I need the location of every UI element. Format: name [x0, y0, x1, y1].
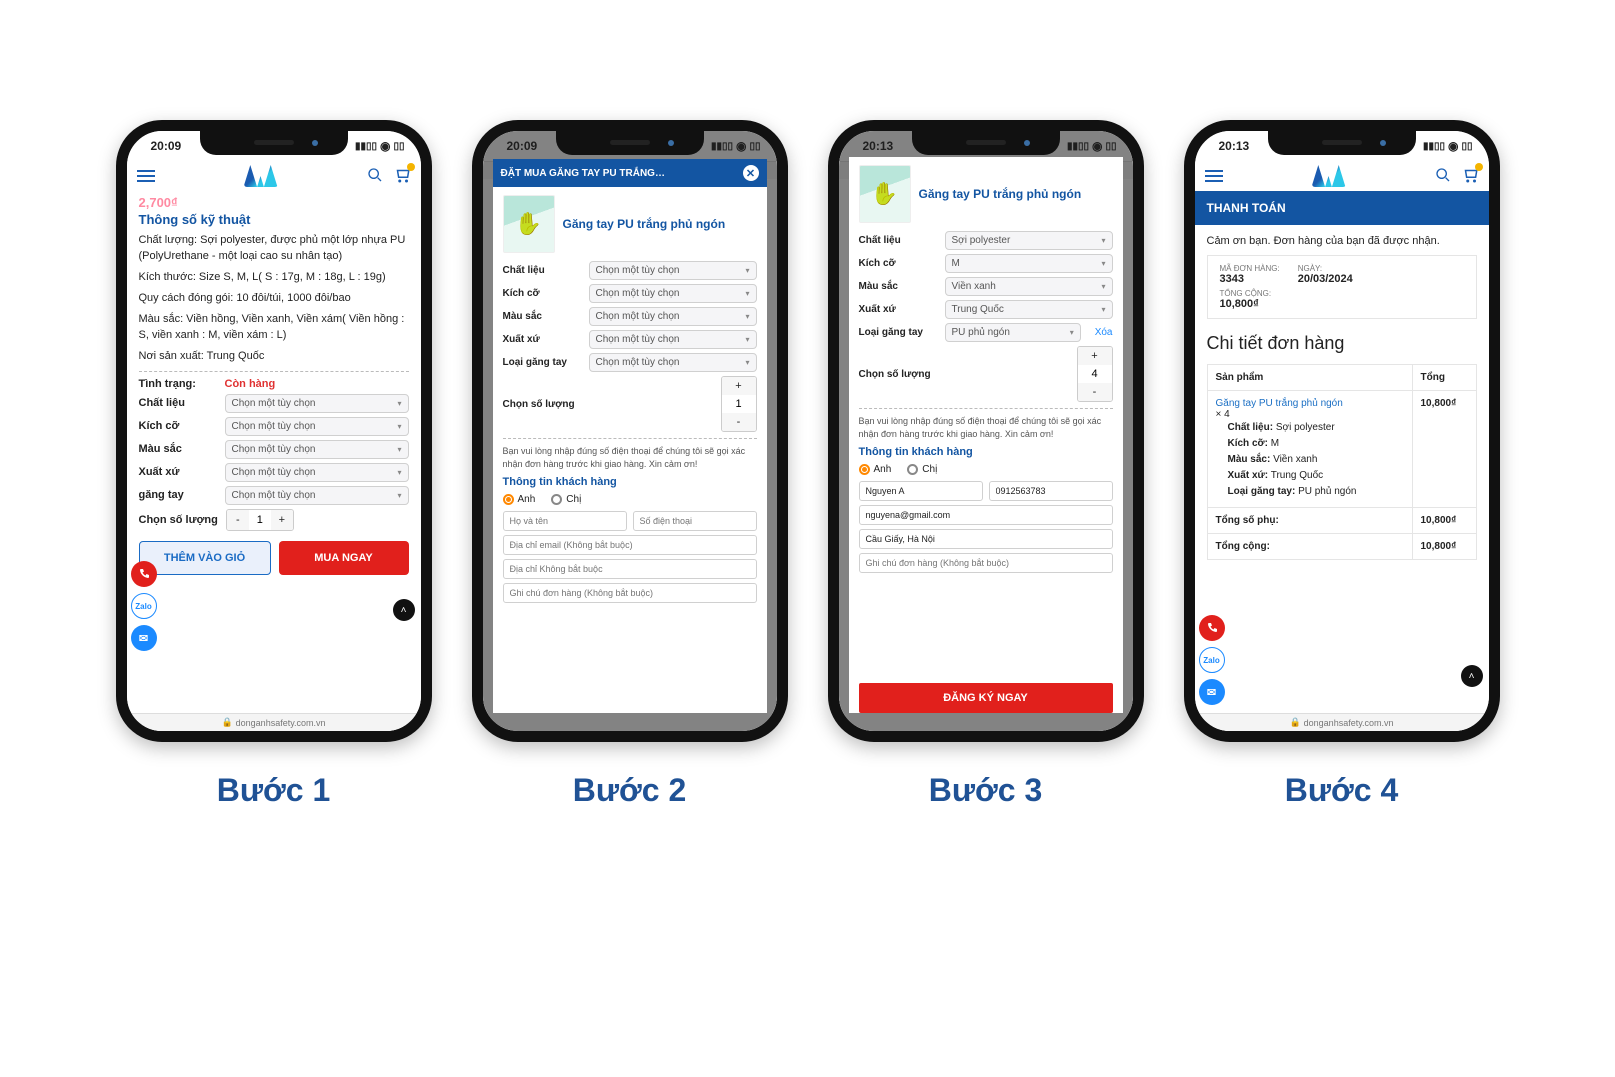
modal-title: ĐẶT MUA GĂNG TAY PU TRẮNG…	[501, 168, 665, 179]
detail-header: Chi tiết đơn hàng	[1195, 327, 1489, 360]
cart-icon[interactable]	[393, 166, 411, 187]
note-field[interactable]	[859, 553, 1113, 573]
chevron-down-icon: ▾	[397, 399, 401, 408]
signal-icon: ▮▮▯▯	[355, 141, 377, 152]
battery-icon: ▯▯	[393, 141, 404, 152]
size-select[interactable]: Chọn một tùy chọn▾	[589, 284, 757, 303]
add-to-cart-button[interactable]: THÊM VÀO GIỎ	[139, 541, 271, 575]
clock: 20:09	[151, 139, 182, 153]
radio-anh[interactable]: Anh	[503, 494, 536, 505]
opt-label: Kích cỡ	[139, 420, 217, 432]
menu-icon[interactable]	[137, 170, 155, 182]
material-select[interactable]: Sợi polyester▾	[945, 231, 1113, 250]
note-field[interactable]	[503, 583, 757, 603]
name-field[interactable]	[503, 511, 627, 531]
color-select[interactable]: Viền xanh▾	[945, 277, 1113, 296]
modal-overlay: Găng tay PU trắng phủ ngón Chất liệuSợi …	[839, 131, 1133, 731]
name-field[interactable]	[859, 481, 983, 501]
close-icon[interactable]: ✕	[743, 165, 759, 181]
qty-plus: +	[271, 510, 293, 530]
product-thumb	[859, 165, 911, 223]
product-thumb	[503, 195, 555, 253]
phone-field[interactable]	[633, 511, 757, 531]
modal-header: ĐẶT MUA GĂNG TAY PU TRẮNG… ✕	[493, 159, 767, 187]
origin-select[interactable]: Trung Quốc▾	[945, 300, 1113, 319]
phone-step3: 20:13▮▮▯▯◉▯▯ Găng tay PU trắng phủ ngón …	[828, 120, 1144, 742]
email-field[interactable]	[503, 535, 757, 555]
float-phone-icon[interactable]	[1199, 615, 1225, 641]
qty-minus: -	[227, 510, 249, 530]
caption: Bước 1	[217, 772, 331, 809]
stock-value: Còn hàng	[225, 378, 276, 390]
stock-label: Tình trạng:	[139, 378, 217, 390]
opt-label: Màu sắc	[139, 443, 217, 455]
product-name: Găng tay PU trắng phủ ngón	[919, 187, 1082, 202]
qty-stepper[interactable]: -+	[226, 509, 294, 531]
search-icon[interactable]	[1435, 167, 1451, 186]
order-modal: ĐẶT MUA GĂNG TAY PU TRẮNG… ✕ Găng tay PU…	[493, 159, 767, 713]
submit-button[interactable]: ĐĂNG KÝ NGAY	[859, 683, 1113, 713]
addr-field[interactable]	[859, 529, 1113, 549]
search-icon[interactable]	[367, 167, 383, 186]
opt-label: Xuất xứ	[139, 466, 217, 478]
color-select[interactable]: Chọn một tùy chọn▾	[589, 307, 757, 326]
float-zalo-icon[interactable]: Zalo	[131, 593, 157, 619]
float-messenger-icon[interactable]: ✉	[131, 625, 157, 651]
spec-list: Chất lượng: Sợi polyester, được phủ một …	[139, 233, 409, 365]
wifi-icon: ◉	[380, 139, 390, 153]
phone-note: Bạn vui lòng nhập đúng số điện thoại để …	[503, 445, 757, 470]
radio-chi[interactable]: Chị	[907, 464, 937, 475]
buy-now-button[interactable]: MUA NGAY	[279, 541, 409, 575]
qty-input[interactable]	[249, 510, 271, 530]
checkout-title: THANH TOÁN	[1195, 191, 1489, 225]
material-select[interactable]: Chọn một tùy chọn▾	[225, 394, 409, 413]
scroll-top-button[interactable]: ˄	[393, 599, 415, 621]
origin-select[interactable]: Chọn một tùy chọn▾	[589, 330, 757, 349]
radio-chi[interactable]: Chị	[551, 494, 581, 505]
opt-label: găng tay	[139, 489, 217, 501]
email-field[interactable]	[859, 505, 1113, 525]
material-select[interactable]: Chọn một tùy chọn▾	[589, 261, 757, 280]
phone-step4: 20:13▮▮▯▯◉▯▯ THANH TOÁN Cảm ơn bạn. Đơn …	[1184, 120, 1500, 742]
order-modal: Găng tay PU trắng phủ ngón Chất liệuSợi …	[849, 157, 1123, 713]
qty-stepper[interactable]: +-	[1077, 346, 1113, 402]
size-select[interactable]: M▾	[945, 254, 1113, 273]
type-select[interactable]: PU phủ ngón▾	[945, 323, 1081, 342]
origin-select[interactable]: Chọn một tùy chọn▾	[225, 463, 409, 482]
customer-header: Thông tin khách hàng	[503, 476, 757, 488]
thanks-msg: Cảm ơn bạn. Đơn hàng của bạn đã được nhậ…	[1195, 225, 1489, 247]
product-name: Găng tay PU trắng phủ ngón	[563, 217, 726, 232]
phone-step1: 20:09 ▮▮▯▯◉▯▯ 2,700₫ Thông số kỹ thuật C…	[116, 120, 432, 742]
phone-step2: 20:09▮▮▯▯◉▯▯ ĐẶT MUA GĂNG TAY PU TRẮNG… …	[472, 120, 788, 742]
logo[interactable]	[1312, 165, 1346, 187]
spec-title: Thông số kỹ thuật	[139, 212, 409, 227]
menu-icon[interactable]	[1205, 170, 1223, 182]
type-select[interactable]: Chọn một tùy chọn▾	[225, 486, 409, 505]
opt-label: Chất liệu	[139, 397, 217, 409]
browser-url: 🔒 donganhsafety.com.vn	[127, 713, 421, 731]
qty-stepper[interactable]: +-	[721, 376, 757, 432]
phone-field[interactable]	[989, 481, 1113, 501]
type-select[interactable]: Chọn một tùy chọn▾	[589, 353, 757, 372]
radio-anh[interactable]: Anh	[859, 464, 892, 475]
clear-link[interactable]: Xóa	[1095, 327, 1113, 338]
float-phone-icon[interactable]	[131, 561, 157, 587]
addr-field[interactable]	[503, 559, 757, 579]
order-table: Sản phẩmTổng Găng tay PU trắng phủ ngón …	[1207, 364, 1477, 560]
app-bar	[127, 161, 421, 191]
qty-label: Chọn số lượng	[139, 514, 218, 526]
modal-overlay: ĐẶT MUA GĂNG TAY PU TRẮNG… ✕ Găng tay PU…	[483, 131, 777, 731]
logo[interactable]	[244, 165, 278, 187]
size-select[interactable]: Chọn một tùy chọn▾	[225, 417, 409, 436]
float-messenger-icon[interactable]: ✉	[1199, 679, 1225, 705]
color-select[interactable]: Chọn một tùy chọn▾	[225, 440, 409, 459]
notch	[200, 131, 348, 155]
order-meta: MÃ ĐƠN HÀNG:3343 TỔNG CỘNG:10,800₫ NGÀY:…	[1207, 255, 1477, 319]
scroll-top-button[interactable]: ˄	[1461, 665, 1483, 687]
cart-icon[interactable]	[1461, 166, 1479, 187]
float-zalo-icon[interactable]: Zalo	[1199, 647, 1225, 673]
price-ghost: 2,700₫	[139, 195, 409, 210]
order-item-link[interactable]: Găng tay PU trắng phủ ngón	[1216, 398, 1343, 409]
